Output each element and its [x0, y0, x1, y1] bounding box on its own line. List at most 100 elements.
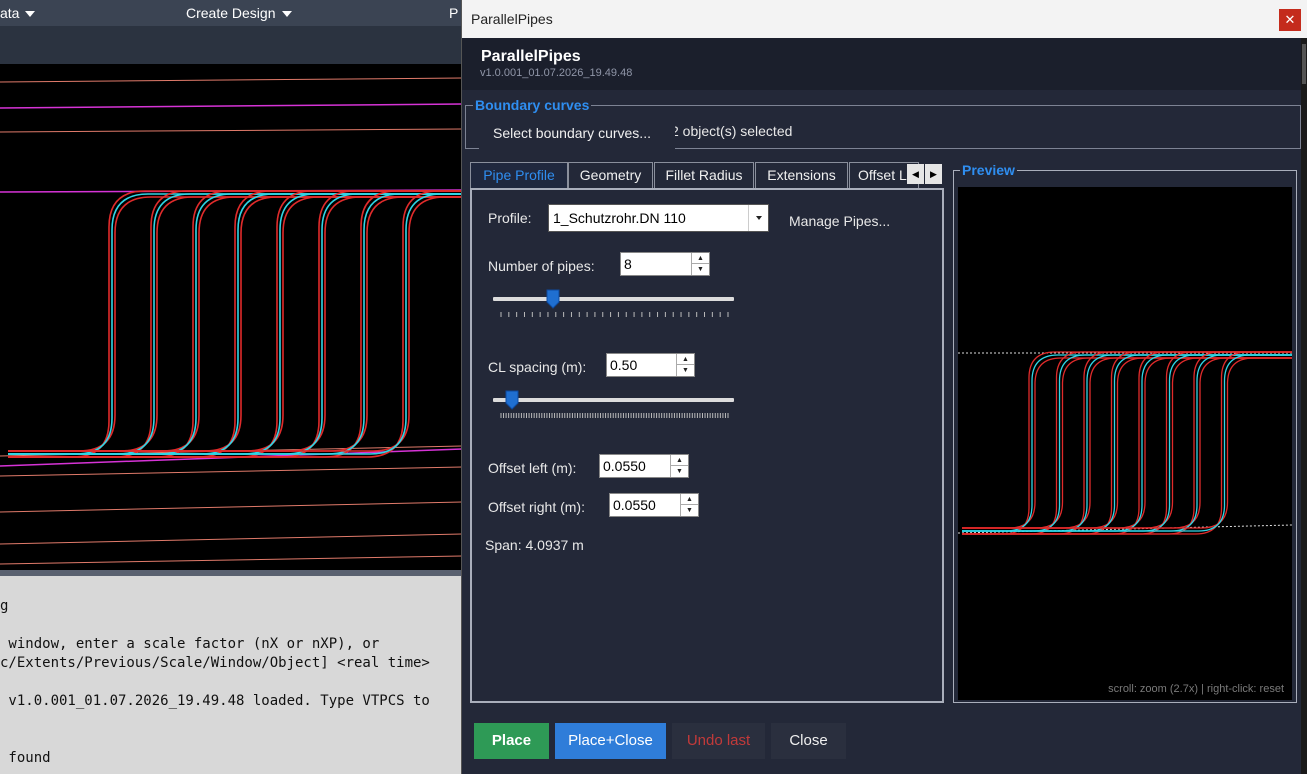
pipe-line	[962, 354, 1292, 532]
command-line: window, enter a scale factor (nX or nXP)…	[0, 636, 380, 652]
pipe-line	[962, 357, 1292, 529]
cad-menu-data-label: ata	[0, 5, 20, 21]
pipe-line	[962, 351, 1292, 535]
command-line: found	[0, 750, 51, 766]
tab-geometry[interactable]: Geometry	[568, 162, 653, 188]
spin-up-icon[interactable]: ▲	[671, 455, 688, 466]
pipe-line	[962, 357, 1292, 529]
cl-spacing-slider[interactable]	[493, 398, 734, 402]
chevron-down-icon	[25, 11, 36, 18]
pipe-line	[962, 351, 1292, 535]
tab-scroll-left-icon[interactable]: ◀	[907, 164, 924, 184]
spin-down-icon[interactable]: ▼	[677, 365, 694, 376]
tab-fillet-radius[interactable]: Fillet Radius	[654, 162, 754, 188]
cad-menu-create-design-label: Create Design	[186, 5, 276, 21]
dialog-header: ParallelPipes v1.0.001_01.07.2026_19.49.…	[462, 38, 1302, 90]
span-readout: Span: 4.0937 m	[485, 537, 584, 553]
pipe-line	[962, 354, 1292, 532]
chevron-down-icon	[281, 11, 292, 18]
pipe-line	[962, 351, 1292, 535]
close-icon[interactable]: ✕	[1279, 9, 1301, 31]
cl-spacing-slider-thumb[interactable]	[505, 390, 519, 410]
place-close-button[interactable]: Place+Close	[555, 723, 666, 759]
number-of-pipes-spinner[interactable]: 8 ▲ ▼	[620, 252, 710, 276]
cad-menu-create-design[interactable]: Create Design	[186, 5, 292, 21]
cad-menu-partial[interactable]: P	[449, 5, 458, 21]
profile-select-value: 1_Schutzrohr.DN 110	[553, 210, 686, 226]
parallel-pipes-dialog: ParallelPipes ✕ ParallelPipes v1.0.001_0…	[461, 0, 1307, 774]
offset-left-spinner[interactable]: 0.0550 ▲ ▼	[599, 454, 689, 478]
boundary-line	[0, 501, 462, 513]
cad-menu-data[interactable]: ata	[0, 5, 36, 21]
number-of-pipes-slider[interactable]	[493, 297, 734, 301]
selection-status: 2 object(s) selected	[671, 123, 793, 139]
spinner-buttons: ▲ ▼	[670, 455, 688, 477]
number-of-pipes-label: Number of pipes:	[488, 258, 595, 274]
boundary-line	[0, 103, 462, 109]
offset-left-value: 0.0550	[603, 458, 646, 474]
tab-extensions[interactable]: Extensions	[755, 162, 848, 188]
pipe-line	[962, 351, 1292, 535]
pipe-line	[962, 354, 1292, 532]
preview-legend: Preview	[960, 162, 1017, 178]
title-bar[interactable]: ParallelPipes ✕	[462, 0, 1307, 38]
offset-right-value: 0.0550	[613, 497, 656, 513]
command-line: v1.0.001_01.07.2026_19.49.48 loaded. Typ…	[0, 693, 430, 709]
pipe-line	[962, 354, 1292, 532]
cl-spacing-value: 0.50	[610, 357, 638, 373]
pipe-line	[962, 357, 1292, 529]
pipe-line	[962, 354, 1292, 532]
pipe-line	[962, 354, 1292, 532]
pipe-line	[962, 357, 1292, 529]
number-of-pipes-value: 8	[624, 256, 632, 272]
manage-pipes-link[interactable]: Manage Pipes...	[789, 213, 890, 229]
tab-pipe-profile[interactable]: Pipe Profile	[470, 162, 568, 189]
chevron-down-icon[interactable]	[748, 205, 768, 231]
pipe-line	[962, 357, 1292, 529]
spinner-buttons: ▲ ▼	[691, 253, 709, 275]
profile-select[interactable]: 1_Schutzrohr.DN 110	[548, 204, 769, 232]
place-button[interactable]: Place	[474, 723, 549, 759]
chevron-down-icon-shape	[756, 216, 762, 220]
pipe-line	[962, 357, 1292, 529]
pipe-line	[962, 354, 1292, 532]
cad-drawing-canvas[interactable]	[0, 64, 462, 570]
select-boundary-curves-button[interactable]: Select boundary curves...	[479, 120, 675, 150]
tab-scroll-right-icon[interactable]: ▶	[925, 164, 942, 184]
spin-down-icon[interactable]: ▼	[681, 505, 698, 516]
spin-down-icon[interactable]: ▼	[692, 264, 709, 275]
preview-hint: scroll: zoom (2.7x) | right-click: reset	[1108, 683, 1284, 695]
pipe-line	[962, 354, 1292, 532]
profile-label: Profile:	[488, 210, 532, 226]
close-button[interactable]: Close	[771, 723, 846, 759]
pipe-line	[962, 351, 1292, 535]
pipe-line	[962, 357, 1292, 529]
pipe-line	[962, 357, 1292, 529]
boundary-line	[0, 466, 462, 477]
number-of-pipes-slider-thumb[interactable]	[546, 289, 560, 309]
spin-down-icon[interactable]: ▼	[671, 466, 688, 477]
cl-spacing-spinner[interactable]: 0.50 ▲ ▼	[606, 353, 695, 377]
undo-last-button[interactable]: Undo last	[672, 723, 765, 759]
spinner-buttons: ▲ ▼	[680, 494, 698, 516]
boundary-curves-group: Boundary curves 2 object(s) selected Sel…	[465, 97, 1301, 150]
command-line: g	[0, 598, 9, 614]
pipe-line	[8, 190, 462, 458]
spin-up-icon[interactable]: ▲	[677, 354, 694, 365]
command-line: c/Extents/Previous/Scale/Window/Object] …	[0, 655, 430, 671]
spin-up-icon[interactable]: ▲	[692, 253, 709, 264]
boundary-line	[0, 533, 462, 545]
boundary-line	[0, 128, 462, 133]
cl-spacing-label: CL spacing (m):	[488, 359, 587, 375]
spin-up-icon[interactable]: ▲	[681, 494, 698, 505]
scrollbar-thumb[interactable]	[1302, 44, 1306, 84]
window-title: ParallelPipes	[471, 11, 553, 27]
pipe-profile-panel: Profile: 1_Schutzrohr.DN 110 Manage Pipe…	[470, 188, 944, 703]
command-line-history: g window, enter a scale factor (nX or nX…	[0, 570, 462, 774]
offset-right-spinner[interactable]: 0.0550 ▲ ▼	[609, 493, 699, 517]
scrollbar[interactable]	[1301, 38, 1307, 774]
pipe-line	[962, 351, 1292, 535]
preview-canvas[interactable]: scroll: zoom (2.7x) | right-click: reset	[957, 187, 1293, 700]
preview-group: Preview scroll: zoom (2.7x) | right-clic…	[953, 162, 1297, 703]
boundary-line	[0, 555, 462, 565]
